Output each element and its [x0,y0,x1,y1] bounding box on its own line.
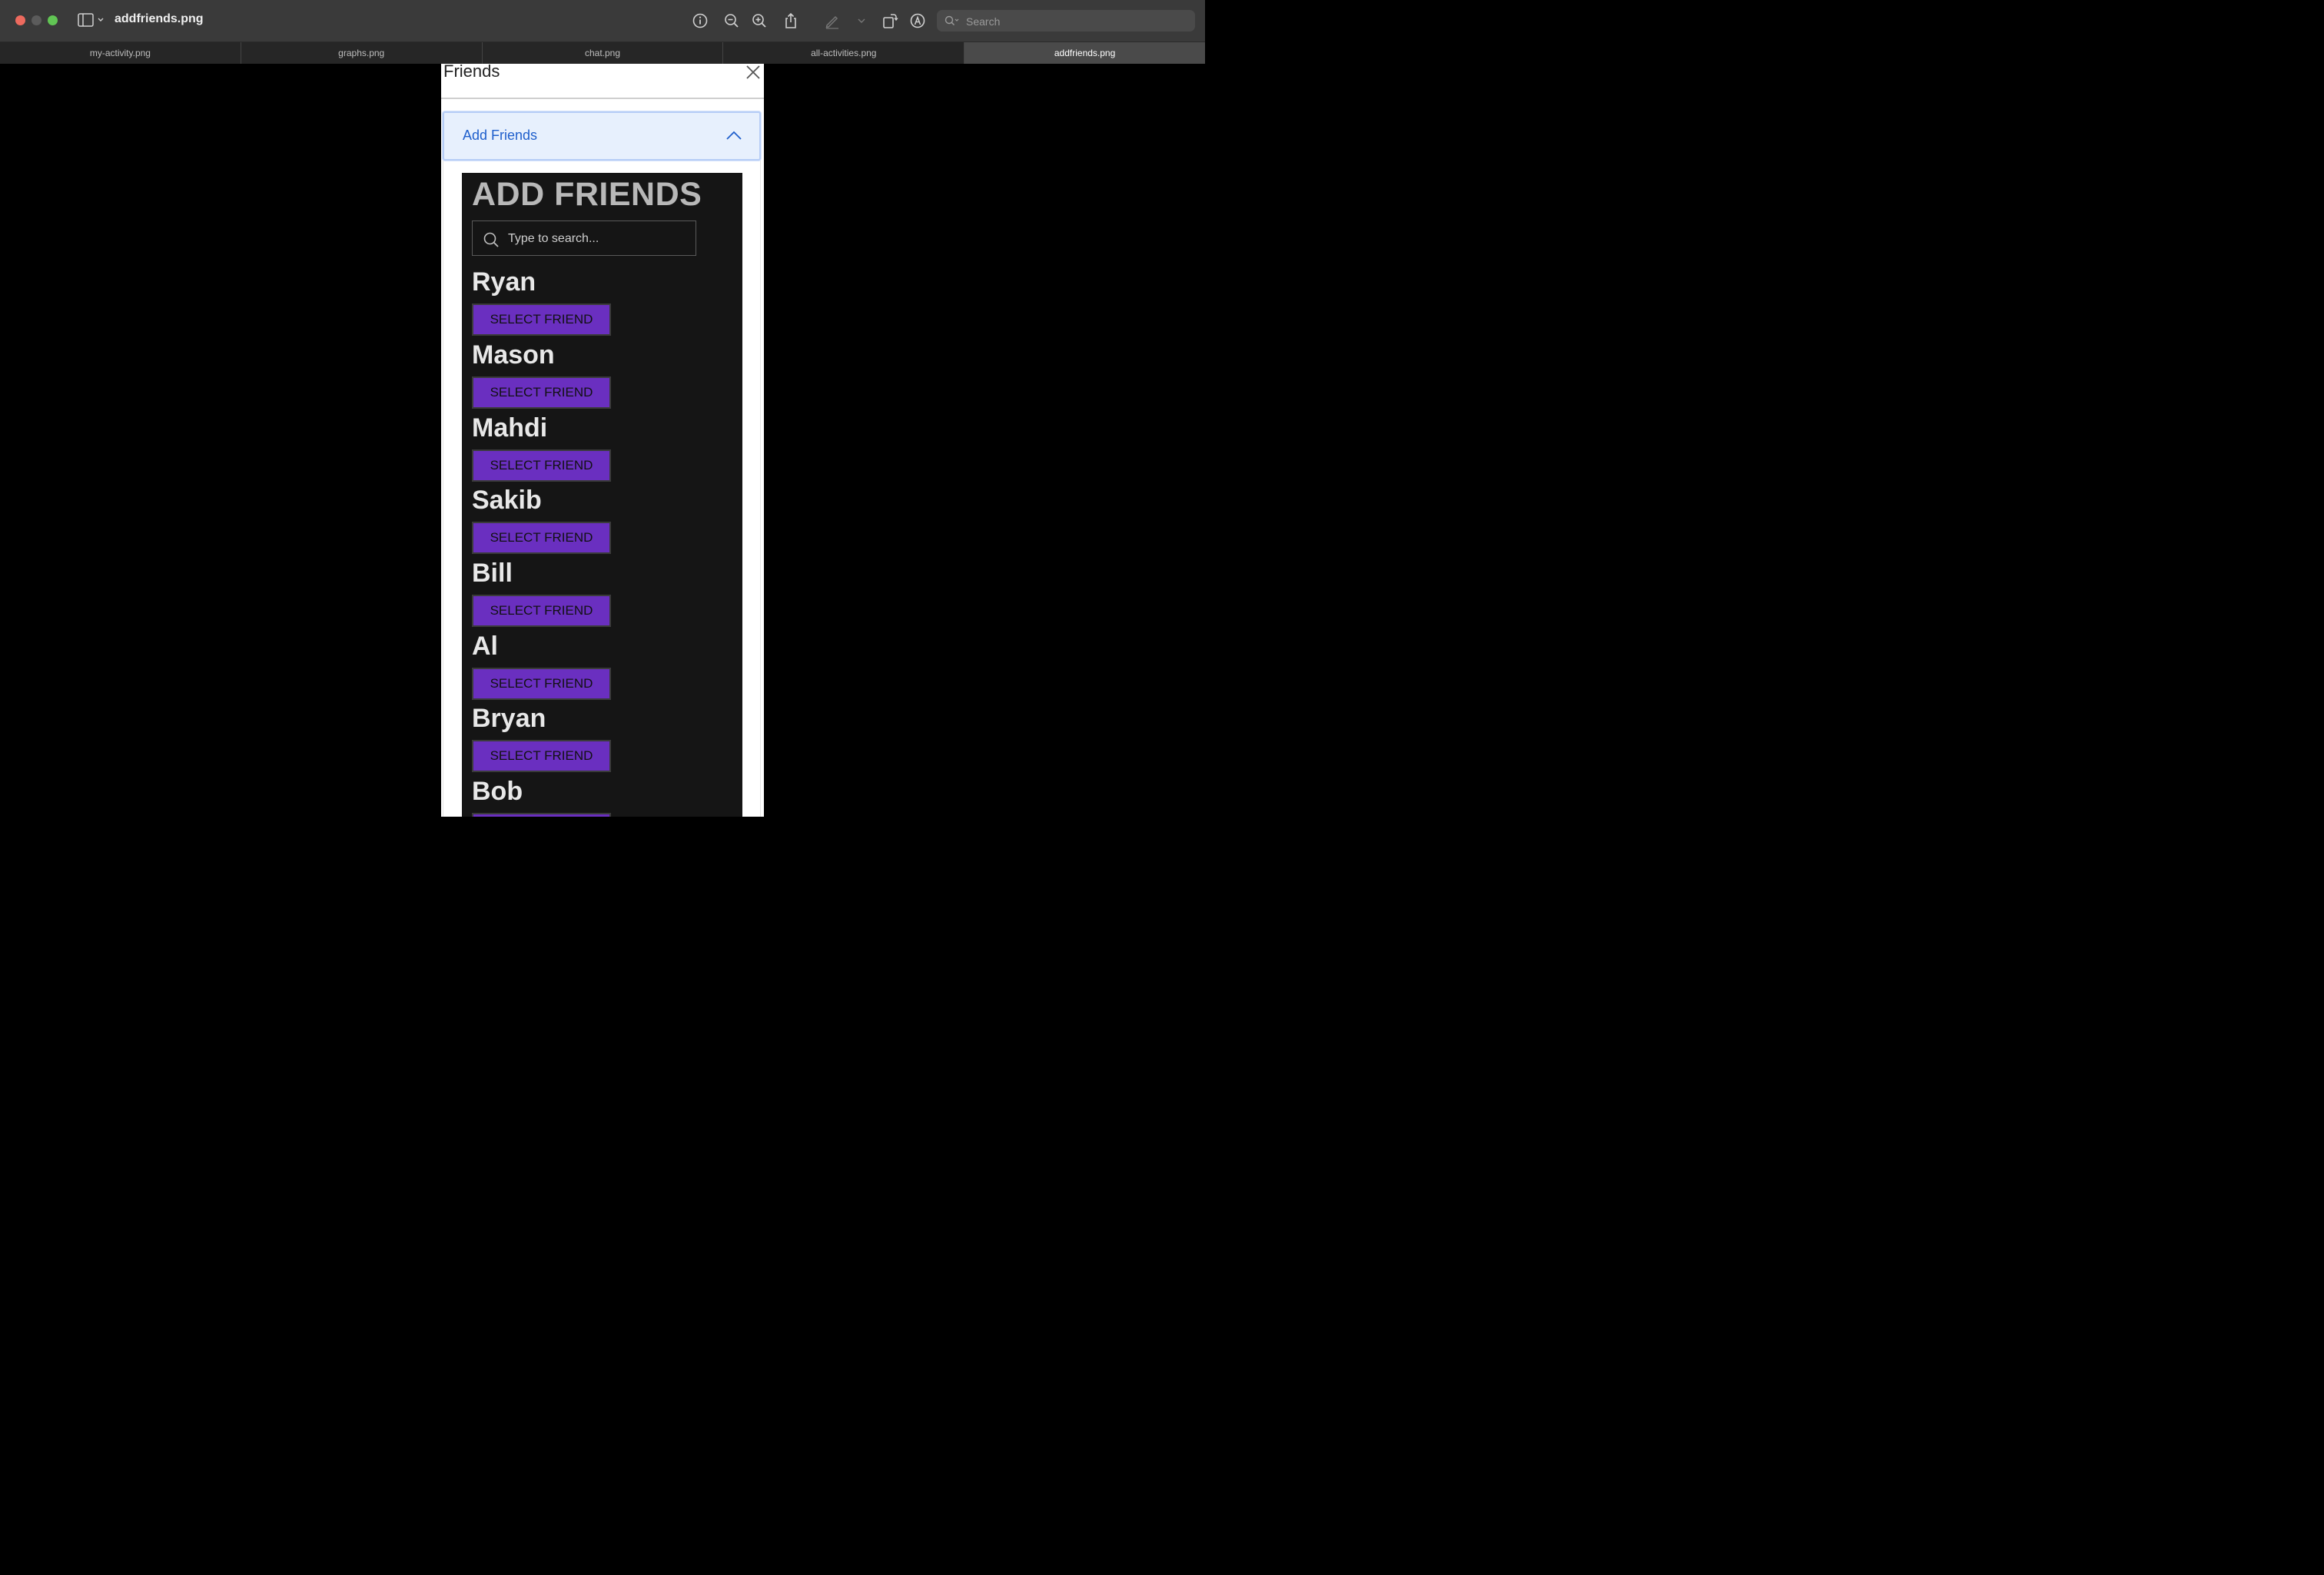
select-friend-button[interactable]: SELECT FRIEND [472,303,611,336]
friend-name: Mason [472,340,555,370]
friend-name: Bryan [472,704,546,733]
zoom-in-icon[interactable] [751,12,768,29]
friend-name: Ryan [472,267,536,297]
tab-bar: my-activity.png graphs.png chat.png all-… [0,42,1205,64]
header-divider [441,98,764,99]
markup-dropdown-chevron-icon[interactable] [853,12,870,29]
friend-name: Sakib [472,486,542,515]
accordion-body-border [760,161,761,817]
select-friend-button[interactable]: SELECT FRIEND [472,522,611,554]
select-friend-button[interactable]: SELECT FRIEND [472,449,611,482]
select-friend-button[interactable]: SELECT FRIEND [472,740,611,772]
window-title: addfriends.png [115,12,204,25]
tab-addfriends[interactable]: addfriends.png [964,42,1205,64]
chevron-up-icon [725,130,742,144]
toolbar-search[interactable] [937,10,1195,32]
markup-circle-icon[interactable] [909,12,926,29]
search-icon [483,232,500,253]
friend-search-field[interactable] [472,220,696,256]
tab-my-activity[interactable]: my-activity.png [0,42,241,64]
accordion-label: Add Friends [463,128,538,143]
friends-modal: Friends Add Friends ADD FRIENDS Type to … [441,64,764,817]
friend-item: Mahdi SELECT FRIEND [472,413,611,482]
toolbar-search-input[interactable] [964,13,1190,30]
friend-item: Bill SELECT FRIEND [472,558,611,627]
section-title: ADD FRIENDS [472,176,702,213]
markup-pen-icon[interactable] [824,12,841,29]
tab-graphs[interactable]: graphs.png [241,42,483,64]
friend-name: Bill [472,559,513,588]
friend-item: Sakib SELECT FRIEND [472,485,611,554]
friend-name: Al [472,632,498,661]
screenshot-viewer: addfriends.png Search my-activity.png gr… [0,0,1205,817]
add-friends-accordion[interactable]: Add Friends [443,111,761,161]
title-bar: addfriends.png [0,0,1205,42]
modal-title: Friends [443,64,500,81]
friend-name: Bob [472,777,523,806]
friend-item: Bryan SELECT FRIEND [472,703,611,772]
tab-chat[interactable]: chat.png [483,42,724,64]
zoom-out-icon[interactable] [723,12,740,29]
tab-all-activities[interactable]: all-activities.png [723,42,965,64]
select-friend-button[interactable]: SELECT FRIEND [472,668,611,700]
share-icon[interactable] [782,12,799,29]
minimize-window-button[interactable] [32,15,42,25]
rotate-icon[interactable] [881,12,898,29]
friend-item: Ryan SELECT FRIEND [472,267,611,336]
select-friend-button[interactable]: SELECT FRIEND [472,813,611,817]
search-icon [945,15,960,30]
friend-item: Bob SELECT FRIEND [472,776,611,817]
friend-search-input[interactable] [506,229,686,249]
select-friend-button[interactable]: SELECT FRIEND [472,595,611,627]
friend-item: Mason SELECT FRIEND [472,340,611,409]
select-friend-button[interactable]: SELECT FRIEND [472,376,611,409]
info-icon[interactable] [692,12,709,29]
friend-name: Mahdi [472,413,548,443]
friend-item: Al SELECT FRIEND [472,631,611,700]
add-friends-section: ADD FRIENDS Ryan SELECT FRIEND Mason SEL… [462,173,742,817]
close-icon[interactable] [745,64,762,81]
sidebar-toggle-icon[interactable] [77,12,106,29]
close-window-button[interactable] [15,15,25,25]
zoom-window-button[interactable] [48,15,58,25]
